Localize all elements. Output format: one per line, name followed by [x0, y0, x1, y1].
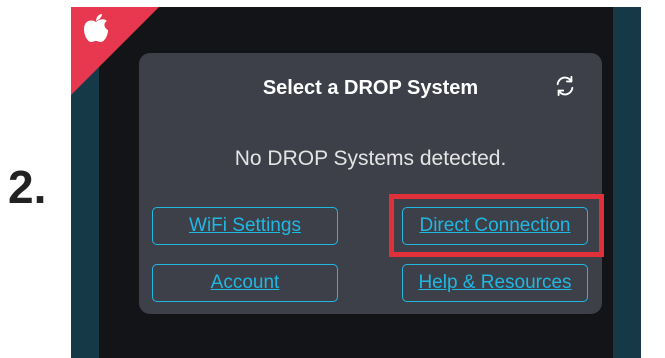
- direct-connection-highlight: [389, 194, 604, 257]
- refresh-icon[interactable]: [552, 73, 578, 99]
- apple-icon: [79, 11, 113, 47]
- select-system-dialog: Select a DROP System No DROP Systems det…: [139, 53, 602, 314]
- wifi-settings-button[interactable]: WiFi Settings: [152, 207, 338, 245]
- help-resources-button[interactable]: Help & Resources: [402, 264, 588, 302]
- dialog-title: Select a DROP System: [262, 77, 479, 99]
- no-systems-status: No DROP Systems detected.: [234, 147, 507, 170]
- phone-screen: Select a DROP System No DROP Systems det…: [71, 7, 641, 358]
- step-number: 2.: [8, 161, 47, 213]
- right-side-panel: [613, 7, 641, 358]
- account-button[interactable]: Account: [152, 264, 338, 302]
